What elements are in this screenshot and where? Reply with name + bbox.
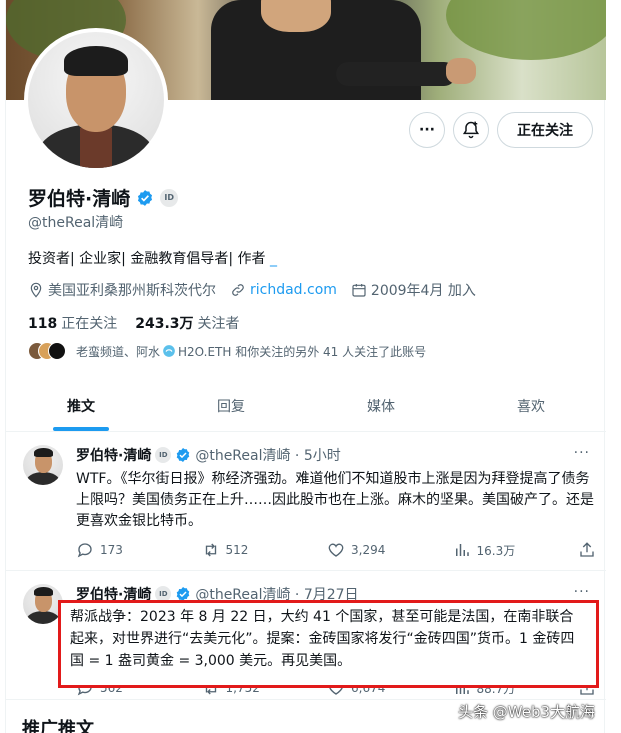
tab-tweets[interactable]: 推文 xyxy=(6,380,156,431)
avatar-photo xyxy=(28,32,164,168)
retweet-icon xyxy=(205,543,216,557)
profile-bio: 投资者| 企业家| 金融教育倡导者| 作者 _ xyxy=(28,248,277,268)
followed-by-row[interactable]: 老蛮频道、阿水 H2O.ETH 和你关注的另外 41 人关注了此账号 xyxy=(28,342,426,360)
profile-name-row: 罗伯特·清崎 ID xyxy=(28,184,179,211)
tweet-text: WTF。《华尔街日报》称经济强劲。难道他们不知道股市上涨是因为拜登提高了债务上限… xyxy=(76,471,594,529)
link-icon xyxy=(232,284,244,296)
profile-handle: @theReal清崎 xyxy=(28,215,124,231)
tweet-author-name[interactable]: 罗伯特·清崎 xyxy=(76,445,151,465)
views-count: 16.3万 xyxy=(476,543,516,558)
avatar[interactable] xyxy=(23,445,63,485)
notifications-button[interactable] xyxy=(453,112,489,148)
reply-button[interactable]: 173 xyxy=(76,541,186,559)
website-item[interactable]: richdad.com xyxy=(230,282,337,298)
banner-person-hand xyxy=(446,58,476,84)
like-count: 3,294 xyxy=(351,543,386,557)
reply-count: 173 xyxy=(100,543,123,557)
following-label: 正在关注 xyxy=(61,316,118,332)
retweet-button[interactable]: 512 xyxy=(202,541,312,559)
following-count-link[interactable]: 118 正在关注 xyxy=(28,313,117,333)
following-count: 118 xyxy=(28,316,58,332)
followers-count: 243.3万 xyxy=(135,316,194,332)
bio-link[interactable]: _ xyxy=(270,251,277,267)
watermark: 头条 @Web3大航海 xyxy=(458,703,596,721)
followed-by-text: 老蛮频道、阿水 xyxy=(76,344,161,359)
joined-item: 2009年4月 加入 xyxy=(351,280,476,300)
follower-avatars xyxy=(28,342,68,360)
like-button[interactable]: 3,294 xyxy=(327,541,437,559)
tab-replies[interactable]: 回复 xyxy=(156,380,306,431)
more-icon: ··· xyxy=(419,122,435,138)
joined-text: 2009年4月 加入 xyxy=(370,283,476,299)
verified-icon xyxy=(177,448,190,462)
more-icon[interactable]: ··· xyxy=(574,445,590,461)
calendar-icon xyxy=(352,284,366,297)
views-bar-chart-icon xyxy=(455,544,469,556)
followed-by-text-2: H2O.ETH 和你关注的另外 41 人关注了此账号 xyxy=(178,344,427,359)
bell-plus-icon xyxy=(462,121,480,139)
page: ··· 正在关注 罗伯特·清崎 ID @theReal清崎 投资者| 企业家| … xyxy=(0,0,621,733)
location-text: 美国亚利桑那州斯科茨代尔 xyxy=(48,283,216,299)
h2o-logo-icon xyxy=(163,345,175,357)
bio-text: 投资者| 企业家| 金融教育倡导者| 作者 xyxy=(28,251,270,267)
id-verified-icon: ID xyxy=(155,447,172,463)
tab-likes[interactable]: 喜欢 xyxy=(456,380,606,431)
tab-media[interactable]: 媒体 xyxy=(306,380,456,431)
highlighted-tweet-text: 帮派战争：2023 年 8 月 22 日，大约 41 个国家，甚至可能是法国，在… xyxy=(58,600,599,688)
heart-icon xyxy=(328,543,344,557)
share-icon xyxy=(580,542,594,557)
profile-tabs: 推文 回复 媒体 喜欢 xyxy=(6,380,606,432)
verified-icon[interactable] xyxy=(136,189,154,207)
followers-label: 关注者 xyxy=(197,316,240,332)
location-item: 美国亚利桑那州斯科茨代尔 xyxy=(28,280,216,300)
share-button[interactable] xyxy=(578,541,596,559)
website-link[interactable]: richdad.com xyxy=(250,282,337,298)
followers-count-link[interactable]: 243.3万 关注者 xyxy=(135,313,239,333)
avatar xyxy=(48,342,66,360)
banner-person-head xyxy=(261,0,331,32)
banner-person-arm xyxy=(336,62,456,86)
views-button[interactable]: 16.3万 xyxy=(453,541,563,559)
following-button[interactable]: 正在关注 xyxy=(497,112,593,148)
more-options-button[interactable]: ··· xyxy=(409,112,445,148)
profile-meta: 美国亚利桑那州斯科茨代尔 richdad.com 2009年4月 加入 xyxy=(28,280,490,300)
tweet[interactable]: 罗伯特·清崎 ID @theReal清崎 · 5小时 ··· WTF。《华尔街日… xyxy=(6,433,606,571)
location-pin-icon xyxy=(30,282,42,298)
tweet-actions: 173 512 3,294 16.3万 xyxy=(76,541,596,559)
more-icon[interactable]: ··· xyxy=(574,584,590,600)
id-verified-icon[interactable]: ID xyxy=(160,188,179,207)
profile-avatar[interactable] xyxy=(24,28,168,172)
retweet-count: 512 xyxy=(225,543,249,557)
avatar[interactable] xyxy=(23,584,63,624)
follow-counts: 118 正在关注 243.3万 关注者 xyxy=(28,313,240,333)
following-button-label: 正在关注 xyxy=(517,123,573,139)
banner-foliage-right xyxy=(446,0,606,60)
tweet-handle-time[interactable]: @theReal清崎 · 5小时 xyxy=(195,445,340,465)
tweet-header: 罗伯特·清崎 ID @theReal清崎 · 5小时 xyxy=(76,445,341,465)
profile-name: 罗伯特·清崎 xyxy=(28,188,131,210)
reply-icon xyxy=(77,543,92,558)
